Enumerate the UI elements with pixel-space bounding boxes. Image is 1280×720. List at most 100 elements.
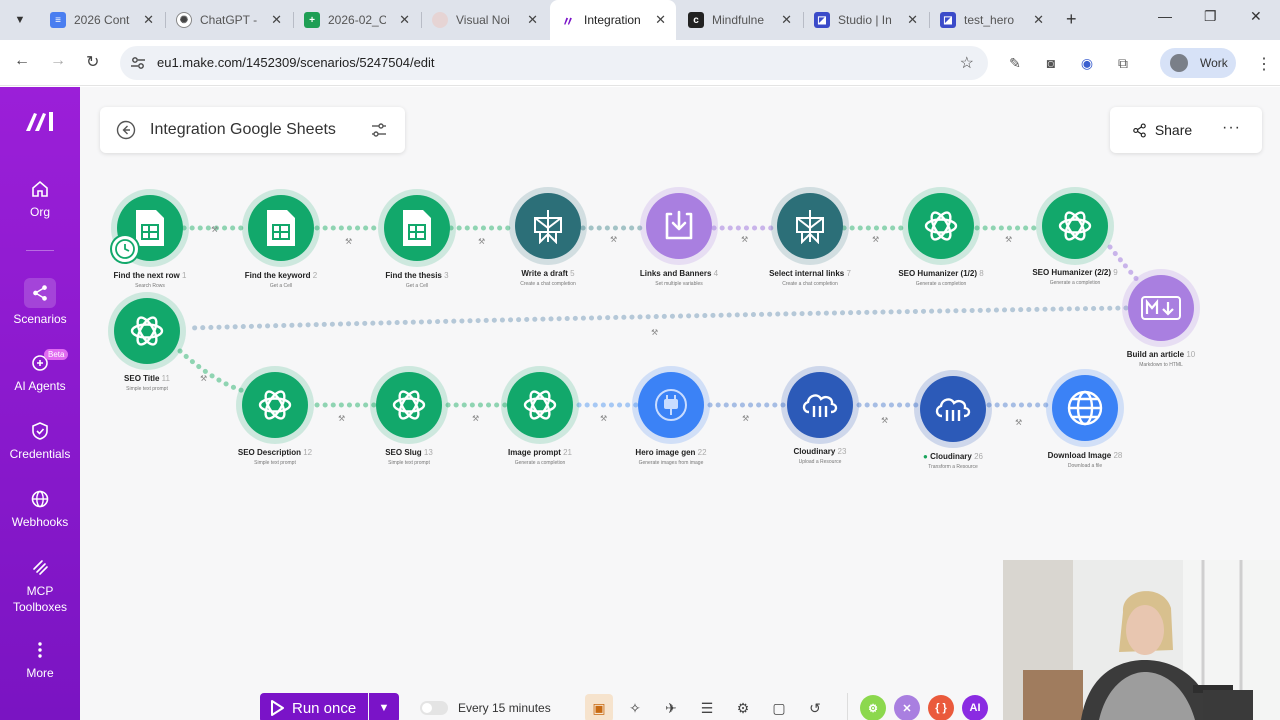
module-http-download[interactable] bbox=[1052, 375, 1118, 441]
module-openai[interactable] bbox=[908, 193, 974, 259]
close-icon[interactable]: ✕ bbox=[143, 12, 154, 28]
module-sublabel: Generate a completion bbox=[1049, 280, 1101, 286]
module-label: Find the next row 1 bbox=[113, 271, 187, 280]
module-label: Find the keyword 2 bbox=[244, 271, 318, 280]
camera-icon[interactable]: ◙ bbox=[1042, 54, 1060, 72]
flow-control-icon[interactable]: ⚙ bbox=[860, 695, 886, 720]
sidebar-item-credentials[interactable]: Credentials bbox=[0, 421, 80, 461]
password-manager-icon[interactable]: ◉ bbox=[1078, 54, 1096, 72]
sidebar-item-label: More bbox=[26, 666, 54, 680]
module-perplexity[interactable] bbox=[515, 193, 581, 259]
browser-tab[interactable]: c Mindfulne ✕ bbox=[678, 0, 802, 40]
restore-icon[interactable]: ❐ bbox=[1204, 8, 1217, 25]
perplexity-icon bbox=[796, 210, 824, 244]
browser-tab-strip: ▼ ≡ 2026 Cont ✕ ✺ ChatGPT - ✕ + 2026-02_… bbox=[0, 0, 1280, 40]
browser-tab[interactable]: ✺ ChatGPT - ✕ bbox=[166, 0, 292, 40]
tab-search-chevron-icon[interactable]: ▼ bbox=[8, 8, 32, 32]
back-arrow-icon[interactable]: ← bbox=[14, 52, 30, 70]
chatgpt-icon: ✺ bbox=[176, 12, 192, 28]
url-text[interactable]: eu1.make.com/1452309/scenarios/5247504/e… bbox=[157, 55, 435, 70]
browser-tab[interactable]: Visual Noi ✕ bbox=[422, 0, 548, 40]
module-cloudinary[interactable] bbox=[920, 376, 986, 442]
browser-tab[interactable]: ◪ Studio | In ✕ bbox=[804, 0, 928, 40]
site-settings-icon[interactable] bbox=[130, 55, 146, 71]
close-icon[interactable]: ✕ bbox=[271, 12, 282, 28]
browser-tab[interactable]: + 2026-02_C ✕ bbox=[294, 0, 420, 40]
module-openai[interactable] bbox=[1042, 193, 1108, 259]
tab-label: Mindfulne bbox=[712, 13, 765, 27]
forward-arrow-icon[interactable]: → bbox=[50, 52, 66, 70]
openai-icon bbox=[130, 316, 164, 346]
save-icon[interactable]: ▣ bbox=[585, 694, 613, 720]
sidebar-divider bbox=[26, 250, 54, 251]
new-tab-plus-icon[interactable]: + bbox=[1066, 9, 1077, 30]
run-once-button[interactable]: Run once bbox=[260, 693, 368, 720]
module-perplexity[interactable] bbox=[777, 193, 843, 259]
module-label: Image prompt 21 bbox=[507, 448, 573, 457]
bookmark-star-icon[interactable]: ☆ bbox=[960, 53, 974, 73]
window-close-icon[interactable]: ✕ bbox=[1250, 8, 1262, 25]
text-parser-icon[interactable]: { } bbox=[928, 695, 954, 720]
module-openai[interactable] bbox=[507, 372, 573, 438]
history-icon[interactable]: ↺ bbox=[801, 694, 829, 720]
airplane-icon[interactable]: ✈ bbox=[657, 694, 685, 720]
module-google-sheets[interactable] bbox=[384, 195, 450, 261]
module-openai[interactable] bbox=[242, 372, 308, 438]
close-icon[interactable]: ✕ bbox=[1033, 12, 1044, 28]
close-icon[interactable]: ✕ bbox=[781, 12, 792, 28]
tools-icon[interactable]: ✕ bbox=[894, 695, 920, 720]
module-openai[interactable] bbox=[114, 298, 180, 364]
profile-chip[interactable]: Work bbox=[1160, 48, 1236, 78]
module-markdown[interactable] bbox=[1128, 275, 1194, 341]
run-options-chevron-icon[interactable]: ▼ bbox=[369, 693, 399, 720]
schedule-toggle[interactable] bbox=[420, 701, 448, 715]
schedule-control[interactable]: Every 15 minutes bbox=[420, 701, 551, 715]
make-logo[interactable] bbox=[24, 109, 58, 133]
module-google-sheets[interactable] bbox=[248, 195, 314, 261]
ai-icon[interactable]: AI bbox=[962, 695, 988, 720]
close-icon[interactable]: ✕ bbox=[655, 12, 666, 28]
filter-wrench-icon: ⚒ bbox=[338, 414, 345, 423]
browser-tab[interactable]: ◪ test_hero ✕ bbox=[930, 0, 1054, 40]
sidebar-item-org[interactable]: Org bbox=[0, 179, 80, 219]
clock-schedule-icon[interactable] bbox=[110, 234, 140, 264]
browser-menu-icon[interactable]: ⋮ bbox=[1256, 54, 1272, 74]
minimize-icon[interactable]: — bbox=[1158, 8, 1172, 24]
run-once-label: Run once bbox=[292, 699, 357, 717]
close-icon[interactable]: ✕ bbox=[907, 12, 918, 28]
reload-icon[interactable]: ↻ bbox=[86, 52, 99, 72]
pen-icon[interactable]: ✎ bbox=[1006, 54, 1024, 72]
profile-label: Work bbox=[1200, 56, 1228, 70]
module-openai[interactable] bbox=[376, 372, 442, 438]
close-icon[interactable]: ✕ bbox=[527, 12, 538, 28]
extensions-puzzle-icon[interactable]: ⧉ bbox=[1114, 54, 1132, 72]
module-label: Select internal links 7 bbox=[769, 269, 851, 278]
filter-wrench-icon: ⚒ bbox=[345, 237, 352, 246]
browser-tab-active[interactable]: 〃 Integration ✕ bbox=[550, 0, 676, 40]
data-structure-icon[interactable]: ☰ bbox=[693, 694, 721, 720]
play-icon bbox=[271, 700, 284, 716]
module-label: Build an article 10 bbox=[1126, 350, 1196, 359]
openai-icon bbox=[392, 390, 426, 420]
address-bar[interactable]: eu1.make.com/1452309/scenarios/5247504/e… bbox=[120, 46, 988, 80]
close-icon[interactable]: ✕ bbox=[399, 12, 410, 28]
sidebar-item-webhooks[interactable]: Webhooks bbox=[0, 489, 80, 529]
share-nodes-icon bbox=[33, 285, 47, 301]
globe-icon bbox=[1067, 390, 1103, 426]
settings-gear-icon[interactable]: ⚙ bbox=[729, 694, 757, 720]
browser-tab[interactable]: ≡ 2026 Cont ✕ bbox=[40, 0, 164, 40]
module-image-generation[interactable] bbox=[638, 372, 704, 438]
notes-icon[interactable]: ▢ bbox=[765, 694, 793, 720]
sidebar-item-ai-agents[interactable]: Beta AI Agents bbox=[0, 349, 80, 393]
sheets-icon: + bbox=[304, 12, 320, 28]
magic-wand-icon[interactable]: ✧ bbox=[621, 694, 649, 720]
browser-toolbar: ← → ↻ eu1.make.com/1452309/scenarios/524… bbox=[0, 40, 1280, 86]
sidebar-item-mcp-toolboxes[interactable]: MCP Toolboxes bbox=[0, 557, 80, 615]
module-sublabel: Create a chat completion bbox=[782, 281, 838, 287]
sidebar-item-more[interactable]: More bbox=[0, 640, 80, 680]
tab-label: Studio | In bbox=[838, 13, 892, 27]
sidebar-item-scenarios[interactable]: Scenarios bbox=[0, 278, 80, 326]
module-tools[interactable] bbox=[646, 193, 712, 259]
module-cloudinary[interactable] bbox=[787, 372, 853, 438]
filter-wrench-icon: ⚒ bbox=[610, 235, 617, 244]
